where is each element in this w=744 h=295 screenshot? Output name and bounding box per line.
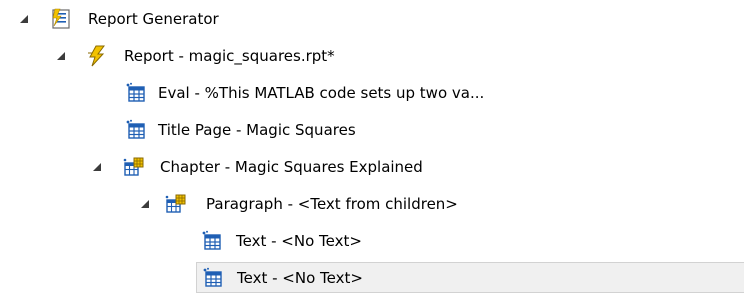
report-explorer-tree: Report Generator Report - magic_squares.… [0, 0, 744, 295]
component-table-icon [124, 82, 146, 104]
report-generator-icon [50, 8, 72, 30]
component-table-icon [124, 119, 146, 141]
tree-node-text[interactable]: Text - <No Text> [0, 226, 744, 256]
tree-node-paragraph[interactable]: Paragraph - <Text from children> [0, 189, 744, 219]
component-table-icon [200, 230, 222, 252]
tree-node-label: Chapter - Magic Squares Explained [160, 158, 423, 176]
tree-node-label: Eval - %This MATLAB code sets up two va.… [158, 84, 485, 102]
tree-node-text-selected[interactable]: Text - <No Text> [196, 262, 744, 293]
component-container-icon [164, 193, 186, 215]
tree-node-report[interactable]: Report - magic_squares.rpt* [0, 41, 744, 71]
component-table-icon [201, 267, 223, 289]
tree-node-chapter[interactable]: Chapter - Magic Squares Explained [0, 152, 744, 182]
expand-toggle-icon[interactable] [18, 13, 30, 25]
tree-node-label: Report Generator [88, 10, 219, 28]
expand-toggle-icon[interactable] [55, 50, 67, 62]
tree-node-label: Text - <No Text> [237, 269, 363, 287]
component-container-icon [122, 156, 144, 178]
tree-node-label: Text - <No Text> [236, 232, 362, 250]
report-lightning-icon [86, 45, 108, 67]
tree-node-report-generator[interactable]: Report Generator [0, 4, 744, 34]
tree-node-eval[interactable]: Eval - %This MATLAB code sets up two va.… [0, 78, 744, 108]
tree-node-title-page[interactable]: Title Page - Magic Squares [0, 115, 744, 145]
tree-node-label: Report - magic_squares.rpt* [124, 47, 335, 65]
tree-node-label: Paragraph - <Text from children> [206, 195, 458, 213]
tree-node-label: Title Page - Magic Squares [158, 121, 356, 139]
expand-toggle-icon[interactable] [91, 161, 103, 173]
expand-toggle-icon[interactable] [139, 198, 151, 210]
